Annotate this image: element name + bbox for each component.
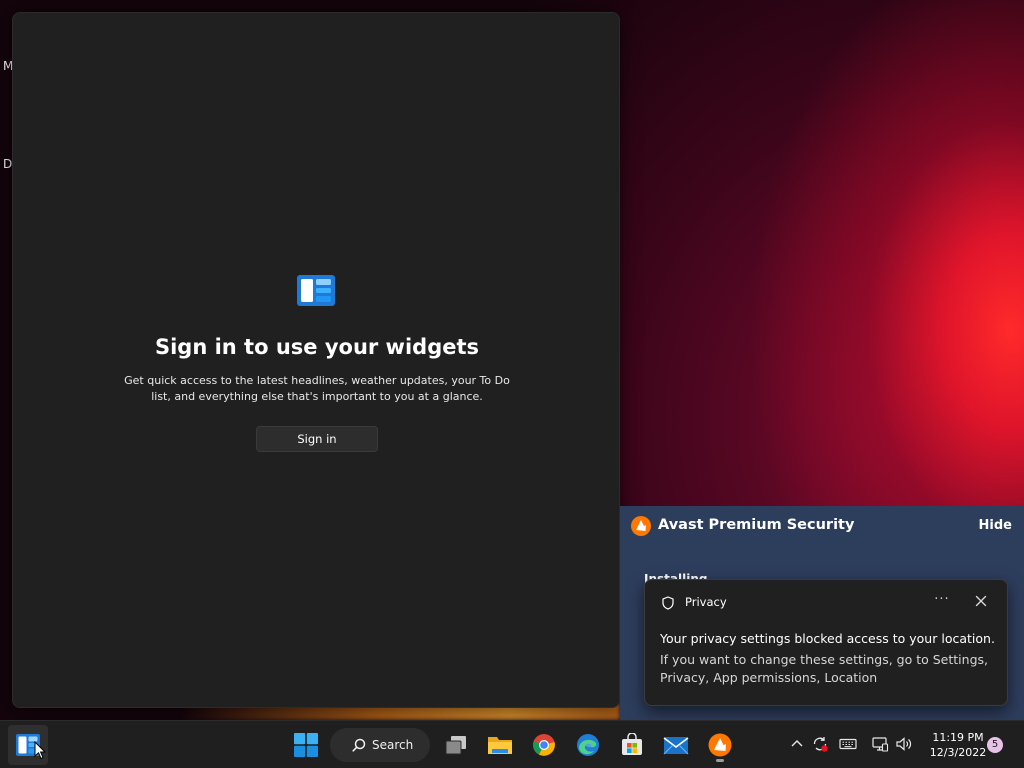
file-explorer-icon xyxy=(488,737,512,754)
keyboard-icon[interactable] xyxy=(839,735,857,753)
avast-title: Avast Premium Security xyxy=(658,517,855,533)
notification-app-name: Privacy xyxy=(685,595,727,609)
chrome-icon xyxy=(533,734,555,756)
close-icon[interactable] xyxy=(971,591,991,611)
start-button[interactable] xyxy=(286,725,326,765)
file-explorer-button[interactable] xyxy=(480,725,520,765)
chrome-button[interactable] xyxy=(524,725,564,765)
mail-button[interactable] xyxy=(656,725,696,765)
taskbar: Search 11:19 PM 12/3/2022 5 xyxy=(0,720,1024,768)
avast-logo-icon xyxy=(631,516,651,536)
notification-badge[interactable]: 5 xyxy=(987,737,1003,753)
avast-taskbar-button[interactable] xyxy=(700,725,740,765)
microsoft-store-button[interactable] xyxy=(612,725,652,765)
search-button[interactable]: Search xyxy=(330,728,430,762)
volume-icon[interactable] xyxy=(895,735,913,753)
microsoft-store-icon xyxy=(622,733,642,755)
task-view-button[interactable] xyxy=(436,725,476,765)
clock[interactable]: 11:19 PM 12/3/2022 xyxy=(920,730,996,760)
avast-hide-button[interactable]: Hide xyxy=(979,518,1012,533)
avast-icon xyxy=(708,733,732,757)
chevron-up-icon[interactable] xyxy=(788,735,806,753)
shield-icon xyxy=(662,596,674,610)
mail-icon xyxy=(663,737,689,755)
network-icon[interactable] xyxy=(871,735,889,753)
desktop-label-d: D xyxy=(3,157,13,171)
notification-body: If you want to change these settings, go… xyxy=(660,652,988,685)
widgets-description: Get quick access to the latest headlines… xyxy=(124,374,510,403)
widgets-panel: Sign in to use your widgets Get quick ac… xyxy=(12,12,620,708)
sync-icon[interactable] xyxy=(811,735,829,753)
mouse-cursor-icon xyxy=(34,741,46,760)
clock-date: 12/3/2022 xyxy=(929,746,987,759)
edge-icon xyxy=(577,734,599,756)
more-options-icon[interactable]: ··· xyxy=(931,590,953,612)
privacy-notification[interactable]: Privacy ··· Your privacy settings blocke… xyxy=(644,579,1008,706)
widgets-logo-icon xyxy=(297,275,335,306)
clock-time: 11:19 PM xyxy=(932,731,984,744)
start-icon xyxy=(294,733,318,757)
search-icon xyxy=(352,738,366,752)
sign-in-button[interactable]: Sign in xyxy=(256,426,378,452)
notification-title: Your privacy settings blocked access to … xyxy=(660,631,995,646)
running-indicator xyxy=(716,759,724,762)
widgets-title: Sign in to use your widgets xyxy=(154,335,480,359)
task-view-icon xyxy=(445,736,466,755)
edge-button[interactable] xyxy=(568,725,608,765)
search-label: Search xyxy=(372,738,414,752)
